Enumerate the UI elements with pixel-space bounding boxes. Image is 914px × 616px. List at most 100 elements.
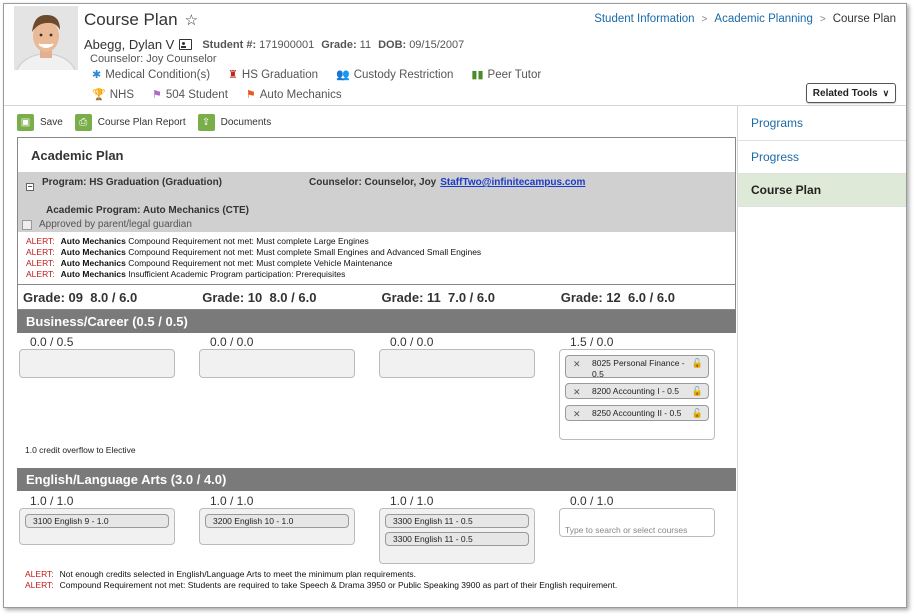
alert-line: ALERT: Compound Requirement not met: Stud… — [25, 580, 617, 591]
remove-icon[interactable]: ✕ — [573, 409, 581, 420]
alert-line: ALERT: Auto Mechanics Compound Requiremen… — [26, 236, 481, 247]
flag-medical[interactable]: ✱ Medical Condition(s) — [92, 68, 211, 82]
documents-button[interactable]: ⇪ Documents — [197, 114, 272, 131]
flag-auto-mechanics[interactable]: ⚑ Auto Mechanics — [246, 88, 342, 102]
program-name: Program: HS Graduation (Graduation) — [42, 177, 223, 188]
collapse-icon[interactable]: − — [26, 183, 34, 191]
flag-504[interactable]: ⚑ 504 Student — [152, 88, 228, 102]
english-g10-credits: 1.0 / 1.0 — [210, 494, 254, 508]
save-icon: ▣ — [17, 114, 34, 131]
academic-program: Academic Program: Auto Mechanics (CTE) — [46, 205, 250, 216]
printer-icon: ⎙ — [74, 114, 92, 131]
side-item-course-plan[interactable]: Course Plan — [738, 174, 906, 207]
course-name: 8200 Accounting I - 0.5 — [592, 386, 679, 396]
flag-label: Auto Mechanics — [259, 88, 342, 101]
remove-icon[interactable]: ✕ — [573, 359, 581, 370]
dob-value: 09/15/2007 — [409, 38, 465, 51]
grade-09-credits: Grade: 09 8.0 / 6.0 — [18, 290, 197, 305]
course-pill[interactable]: 3100 English 9 - 1.0 — [25, 514, 169, 528]
alert-program: Auto Mechanics — [60, 247, 126, 257]
remove-icon[interactable]: ✕ — [573, 387, 581, 398]
course-pill[interactable]: 3300 English 11 - 0.5 — [385, 532, 529, 546]
flag-peer-tutor[interactable]: ▮▮ Peer Tutor — [471, 68, 541, 82]
category-business-career[interactable]: Business/Career (0.5 / 0.5) — [17, 310, 736, 333]
course-plan-report-button[interactable]: ⎙ Course Plan Report — [74, 114, 186, 131]
grade-credits: 6.0 / 6.0 — [627, 290, 675, 305]
student-number: 171900001 — [259, 38, 315, 51]
grade-credits: 8.0 / 6.0 — [269, 290, 317, 305]
counselor-email-link[interactable]: StaffTwo@infinitecampus.com — [440, 177, 585, 188]
grade-credits: 7.0 / 6.0 — [448, 290, 495, 305]
flag-label: HS Graduation — [241, 68, 318, 81]
english-g11-credits: 1.0 / 1.0 — [390, 494, 434, 508]
related-tools-button[interactable]: Related Tools ∨ — [806, 83, 896, 103]
id-card-icon[interactable] — [179, 39, 193, 50]
chevron-right-icon: > — [819, 13, 826, 25]
breadcrumb-academic-planning[interactable]: Academic Planning — [714, 13, 812, 25]
chevron-right-icon: > — [701, 13, 708, 25]
academic-plan-panel: Academic Plan − Program: HS Graduation (… — [17, 137, 736, 310]
documents-label: Documents — [220, 117, 272, 128]
approved-row: Approved by parent/legal guardian — [22, 219, 192, 230]
title-row: Course Plan ☆ — [84, 10, 198, 30]
breadcrumb-student-information[interactable]: Student Information — [594, 13, 694, 25]
grade-credits: 8.0 / 6.0 — [90, 290, 138, 305]
grade-11-credits: Grade: 11 7.0 / 6.0 — [377, 290, 556, 305]
alert-line: ALERT: Auto Mechanics Compound Requiremen… — [26, 247, 481, 258]
flag-label: Medical Condition(s) — [105, 68, 211, 81]
english-g11-course-box[interactable]: 3300 English 11 - 0.5 3300 English 11 - … — [379, 508, 535, 564]
book-icon: ▮▮ — [471, 69, 484, 81]
business-g12-credits: 1.5 / 0.0 — [570, 335, 614, 349]
course-pill[interactable]: ✕ 8200 Accounting I - 0.5 🔓 — [565, 383, 709, 399]
course-pill[interactable]: ✕ 8250 Accounting II - 0.5 🔓 — [565, 405, 709, 421]
graduate-icon: ♜ — [228, 69, 238, 81]
toolbar: ▣ Save ⎙ Course Plan Report ⇪ Documents — [17, 114, 283, 131]
alert-text: Insufficient Academic Program participat… — [128, 269, 346, 279]
approved-checkbox[interactable] — [22, 219, 32, 230]
english-g9-course-box[interactable]: 3100 English 9 - 1.0 — [19, 508, 175, 545]
save-label: Save — [40, 117, 63, 128]
flag-hs-graduation[interactable]: ♜ HS Graduation — [228, 68, 318, 82]
users-icon: 👥 — [336, 69, 350, 81]
main-content: ▣ Save ⎙ Course Plan Report ⇪ Documents Aca… — [4, 105, 737, 607]
course-pill[interactable]: 3200 English 10 - 1.0 — [205, 514, 349, 528]
course-pill[interactable]: 3300 English 11 - 0.5 — [385, 514, 529, 528]
alert-text: Compound Requirement not met: Must compl… — [128, 258, 393, 268]
side-item-programs[interactable]: Programs — [738, 106, 906, 141]
business-g12-course-box[interactable]: ✕ 8025 Personal Finance - 0.5 🔓 ✕ 8200 A… — [559, 349, 715, 440]
business-g10-course-box[interactable] — [199, 349, 355, 378]
course-search-input[interactable]: Type to search or select courses — [559, 508, 715, 537]
avatar — [14, 6, 78, 70]
flag-custody[interactable]: 👥 Custody Restriction — [336, 68, 454, 82]
upload-icon: ⇪ — [197, 114, 215, 131]
alert-label: ALERT: — [25, 569, 54, 579]
search-placeholder: Type to search or select courses — [565, 525, 688, 535]
alert-text: Compound Requirement not met: Must compl… — [128, 247, 482, 257]
unlock-icon[interactable]: 🔓 — [692, 386, 703, 397]
student-number-label: Student #: — [202, 38, 257, 51]
flag-nhs[interactable]: 🏆 NHS — [92, 88, 134, 102]
flag-label: Custody Restriction — [353, 68, 454, 81]
flag-label: NHS — [109, 88, 134, 101]
english-g10-course-box[interactable]: 3200 English 10 - 1.0 — [199, 508, 355, 545]
alert-label: ALERT: — [26, 236, 55, 246]
star-icon[interactable]: ☆ — [185, 11, 198, 29]
course-name: 3200 English 10 - 1.0 — [213, 516, 294, 526]
course-name: 3300 English 11 - 0.5 — [393, 534, 473, 544]
unlock-icon[interactable]: 🔓 — [692, 358, 703, 369]
save-button[interactable]: ▣ Save — [17, 114, 63, 131]
alert-line: ALERT: Auto Mechanics Compound Requiremen… — [26, 258, 481, 269]
course-pill[interactable]: ✕ 8025 Personal Finance - 0.5 🔓 — [565, 355, 709, 379]
business-g9-course-box[interactable] — [19, 349, 175, 378]
alert-program: Auto Mechanics — [60, 258, 126, 268]
side-item-progress[interactable]: Progress — [738, 141, 906, 174]
flags-row-1: ✱ Medical Condition(s) ♜ HS Graduation 👥 Cu… — [92, 68, 559, 82]
business-g11-course-box[interactable] — [379, 349, 535, 378]
course-name: 3100 English 9 - 1.0 — [33, 516, 109, 526]
category-english-language-arts[interactable]: English/Language Arts (3.0 / 4.0) — [17, 468, 736, 491]
unlock-icon[interactable]: 🔓 — [692, 408, 703, 419]
app-window: Course Plan ☆ Student Information > Acad… — [3, 3, 907, 608]
alert-label: ALERT: — [26, 269, 55, 279]
grade-value: 11 — [359, 38, 372, 51]
plan-alerts: ALERT: Auto Mechanics Compound Requiremen… — [26, 236, 481, 280]
